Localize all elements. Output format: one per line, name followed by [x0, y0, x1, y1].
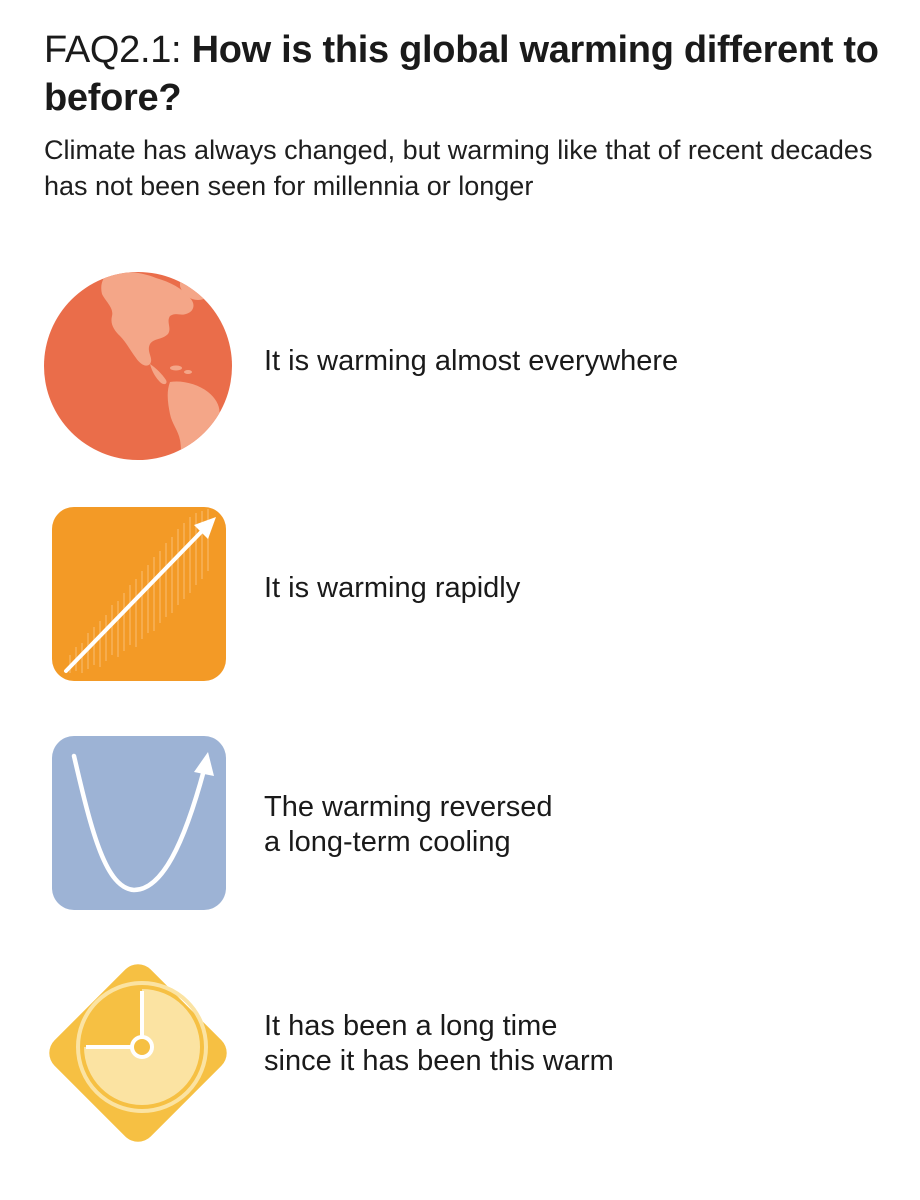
item-label-line: It is warming almost everywhere: [264, 345, 679, 377]
clock-icon: [49, 964, 227, 1142]
item-label-line: a long-term cooling: [264, 826, 511, 858]
item-label-line: since it has been this warm: [264, 1045, 614, 1077]
item-label-line: The warming reversed: [264, 791, 553, 823]
u-curve-arrow-icon: [52, 736, 226, 910]
faq-number: FAQ2.1:: [44, 29, 182, 71]
item-warming-everywhere: It is warming almost everywhere: [30, 268, 890, 464]
globe-icon: [44, 272, 232, 460]
item-label: The warming reversed a long-term cooling: [264, 790, 553, 860]
item-label-line: It has been a long time: [264, 1010, 558, 1042]
item-label: It has been a long time since it has bee…: [264, 1009, 614, 1079]
header: FAQ2.1: How is this global warming diffe…: [44, 26, 894, 204]
page-title: FAQ2.1: How is this global warming diffe…: [44, 26, 894, 122]
item-label: It is warming almost everywhere: [264, 344, 678, 379]
item-label-line: It is warming rapidly: [264, 572, 521, 604]
item-label: It is warming rapidly: [264, 571, 520, 606]
item-warming-rapidly: It is warming rapidly: [30, 505, 890, 685]
page-subtitle: Climate has always changed, but warming …: [44, 135, 873, 201]
item-reversed-cooling: The warming reversed a long-term cooling: [30, 734, 890, 914]
rising-arrow-icon: [52, 507, 226, 681]
item-long-time-warm: It has been a long time since it has bee…: [30, 943, 890, 1163]
